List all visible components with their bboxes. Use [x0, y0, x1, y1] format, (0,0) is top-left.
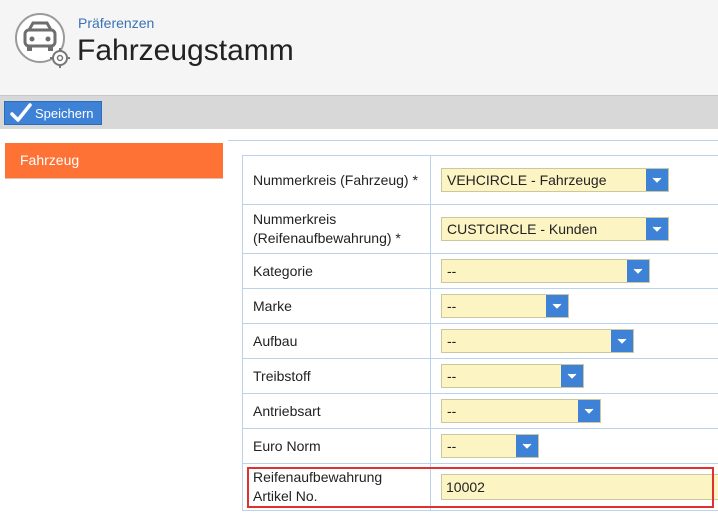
- form-row: Reifenaufbewahrung Artikel No.: [242, 463, 718, 511]
- tire-storage-article-no-input[interactable]: [441, 474, 718, 500]
- select-value: --: [447, 333, 457, 349]
- field-label-number-range-tire-storage: Nummerkreis (Reifenaufbewahrung) *: [242, 204, 431, 254]
- form-row: Euro Norm --: [242, 428, 718, 464]
- field-label-category: Kategorie: [242, 253, 431, 289]
- chevron-down-icon[interactable]: [546, 295, 568, 317]
- field-label-brand: Marke: [242, 288, 431, 324]
- select-value: --: [447, 368, 457, 384]
- divider: [5, 178, 223, 179]
- brand-select[interactable]: --: [441, 294, 569, 318]
- body-select[interactable]: --: [441, 329, 634, 353]
- save-button-label: Speichern: [35, 105, 94, 121]
- chevron-down-icon[interactable]: [516, 435, 538, 457]
- number-range-vehicle-select[interactable]: VEHCIRCLE - Fahrzeuge: [441, 168, 669, 192]
- select-value: VEHCIRCLE - Fahrzeuge: [447, 172, 607, 188]
- select-value: --: [447, 438, 457, 454]
- divider: [228, 140, 718, 141]
- euro-norm-select[interactable]: --: [441, 434, 539, 458]
- chevron-down-icon[interactable]: [561, 365, 583, 387]
- chevron-down-icon[interactable]: [578, 400, 600, 422]
- form-row: Aufbau --: [242, 323, 718, 359]
- field-label-body: Aufbau: [242, 323, 431, 359]
- field-label-fuel: Treibstoff: [242, 358, 431, 394]
- chevron-down-icon[interactable]: [646, 169, 668, 191]
- toolbar: Speichern: [0, 95, 718, 129]
- field-label-number-range-vehicle: Nummerkreis (Fahrzeug) *: [242, 155, 431, 205]
- chevron-down-icon[interactable]: [646, 218, 668, 240]
- select-value: --: [447, 263, 457, 279]
- form-row: Treibstoff --: [242, 358, 718, 394]
- checkmark-icon: [10, 103, 32, 122]
- fuel-select[interactable]: --: [441, 364, 584, 388]
- select-value: CUSTCIRCLE - Kunden: [447, 221, 598, 237]
- chevron-down-icon[interactable]: [611, 330, 633, 352]
- form-row: Marke --: [242, 288, 718, 324]
- vehicle-settings-form: Nummerkreis (Fahrzeug) * VEHCIRCLE - Fah…: [242, 155, 718, 511]
- select-value: --: [447, 298, 457, 314]
- number-range-tire-storage-select[interactable]: CUSTCIRCLE - Kunden: [441, 217, 669, 241]
- page-title: Fahrzeugstamm: [77, 34, 294, 67]
- form-row: Antriebsart --: [242, 393, 718, 429]
- form-row: Kategorie --: [242, 253, 718, 289]
- field-label-drive-type: Antriebsart: [242, 393, 431, 429]
- form-row: Nummerkreis (Fahrzeug) * VEHCIRCLE - Fah…: [242, 155, 718, 205]
- vehicle-settings-icon: [15, 13, 70, 68]
- field-label-tire-storage-article-no: Reifenaufbewahrung Artikel No.: [242, 463, 431, 511]
- page-header: Präferenzen Fahrzeugstamm: [0, 0, 718, 95]
- breadcrumb-preferences[interactable]: Präferenzen: [78, 15, 154, 31]
- chevron-down-icon[interactable]: [627, 260, 649, 282]
- drive-type-select[interactable]: --: [441, 399, 601, 423]
- select-value: --: [447, 403, 457, 419]
- field-label-euro-norm: Euro Norm: [242, 428, 431, 464]
- form-row: Nummerkreis (Reifenaufbewahrung) * CUSTC…: [242, 204, 718, 254]
- save-button[interactable]: Speichern: [4, 101, 102, 125]
- category-select[interactable]: --: [441, 259, 650, 283]
- sidebar-item-fahrzeug[interactable]: Fahrzeug: [5, 143, 223, 178]
- sidebar-item-label: Fahrzeug: [20, 152, 80, 168]
